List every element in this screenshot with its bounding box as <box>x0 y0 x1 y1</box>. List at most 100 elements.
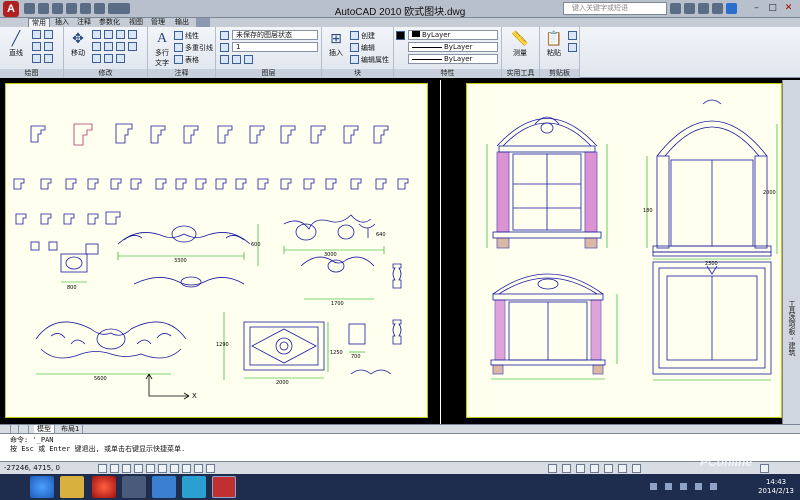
panel-layers-title[interactable]: 图层 <box>216 69 321 78</box>
move-button[interactable]: ✥ 移动 <box>66 30 90 58</box>
minimize-ribbon-button[interactable] <box>196 18 210 27</box>
tab-annotate[interactable]: 注释 <box>74 18 94 27</box>
minimize-button[interactable]: – <box>750 2 763 15</box>
line-button[interactable]: ╱ 直线 <box>4 30 28 58</box>
maximize-button[interactable]: □ <box>766 2 779 15</box>
create-block-label[interactable]: 创建 <box>361 31 375 41</box>
explode-icon[interactable] <box>116 42 125 51</box>
quick-view-layouts-icon[interactable] <box>562 464 571 473</box>
favorites-icon[interactable] <box>712 3 723 14</box>
layer-freeze-icon[interactable] <box>220 55 229 64</box>
panel-modify-title[interactable]: 修改 <box>64 69 147 78</box>
qp-toggle[interactable] <box>206 464 215 473</box>
layer-dropdown[interactable]: 1 <box>232 42 318 52</box>
close-button[interactable]: ✕ <box>782 2 795 15</box>
taskbar-app-icon-3[interactable] <box>182 476 206 498</box>
arc-icon[interactable] <box>32 42 41 51</box>
ducs-toggle[interactable] <box>170 464 179 473</box>
erase-icon[interactable] <box>116 30 125 39</box>
search-icon[interactable] <box>670 3 681 14</box>
lineweight-dropdown[interactable]: ByLayer <box>408 54 498 64</box>
linear-dim-icon[interactable] <box>174 31 183 40</box>
edit-block-label[interactable]: 编辑 <box>361 43 375 53</box>
rotate-icon[interactable] <box>92 30 101 39</box>
cut-icon[interactable] <box>568 31 577 40</box>
tray-arrow-icon[interactable] <box>650 483 657 490</box>
rectangle-icon[interactable] <box>44 42 53 51</box>
ortho-toggle[interactable] <box>122 464 131 473</box>
pan-icon[interactable] <box>576 464 585 473</box>
mirror-icon[interactable] <box>92 42 101 51</box>
taskbar-app-icon-2[interactable] <box>152 476 176 498</box>
tray-network-icon[interactable] <box>680 483 687 490</box>
grid-toggle[interactable] <box>110 464 119 473</box>
color-dropdown[interactable]: ByLayer <box>408 30 498 40</box>
command-window[interactable]: 命令: '_PAN 按 Esc 或 Enter 键退出, 或单击右键显示快捷菜单… <box>0 433 800 461</box>
linear-dim-label[interactable]: 线性 <box>185 31 199 41</box>
otrack-toggle[interactable] <box>158 464 167 473</box>
copy-icon[interactable] <box>128 30 137 39</box>
multiline-text-button[interactable]: A 多行 文字 <box>150 30 174 68</box>
osnap-toggle[interactable] <box>146 464 155 473</box>
edit-attribute-label[interactable]: 编辑属性 <box>361 55 389 65</box>
trim-icon[interactable] <box>104 30 113 39</box>
fillet-icon[interactable] <box>104 42 113 51</box>
tab-parametric[interactable]: 参数化 <box>96 18 123 27</box>
tray-volume-icon[interactable] <box>695 483 702 490</box>
linetype-dropdown[interactable]: ByLayer <box>408 42 498 52</box>
edit-attribute-icon[interactable] <box>350 55 359 64</box>
polar-toggle[interactable] <box>134 464 143 473</box>
layer-on-icon[interactable] <box>220 43 229 52</box>
workspace-switch-icon[interactable] <box>632 464 641 473</box>
subscription-icon[interactable] <box>684 3 695 14</box>
panel-annotate-title[interactable]: 注释 <box>148 69 215 78</box>
model-space-icon[interactable] <box>548 464 557 473</box>
tab-manage[interactable]: 管理 <box>148 18 168 27</box>
table-icon[interactable] <box>174 55 183 64</box>
tab-insert[interactable]: 插入 <box>52 18 72 27</box>
snap-toggle[interactable] <box>98 464 107 473</box>
ellipse-icon[interactable] <box>44 54 53 63</box>
edit-block-icon[interactable] <box>350 43 359 52</box>
table-label[interactable]: 表格 <box>185 55 199 65</box>
polyline-icon[interactable] <box>32 30 41 39</box>
start-icon[interactable] <box>30 476 54 498</box>
system-clock[interactable]: 14:43 2014/2/13 <box>758 478 794 496</box>
scale-icon[interactable] <box>92 54 101 63</box>
app-launcher-icon[interactable] <box>92 476 116 498</box>
offset-icon[interactable] <box>116 54 125 63</box>
panel-properties-title[interactable]: 特性 <box>394 69 501 78</box>
panel-clipboard-title[interactable]: 剪贴板 <box>540 69 579 78</box>
tray-flag-icon[interactable] <box>665 483 672 490</box>
communication-icon[interactable] <box>698 3 709 14</box>
autocad-taskbar-icon[interactable] <box>212 476 236 498</box>
copy-clip-icon[interactable] <box>568 43 577 52</box>
lwt-toggle[interactable] <box>194 464 203 473</box>
tab-home[interactable]: 常用 <box>28 18 50 27</box>
search-input[interactable]: 键入关键字或短语 <box>563 2 667 15</box>
multileader-icon[interactable] <box>174 43 183 52</box>
circle-icon[interactable] <box>44 30 53 39</box>
array-icon[interactable] <box>104 54 113 63</box>
stretch-icon[interactable] <box>128 42 137 51</box>
panel-block-title[interactable]: 块 <box>322 69 393 78</box>
layer-lock-icon[interactable] <box>232 55 241 64</box>
match-properties-icon[interactable] <box>396 31 405 40</box>
create-block-icon[interactable] <box>350 31 359 40</box>
measure-button[interactable]: 📏 测量 <box>508 30 532 58</box>
help-icon[interactable] <box>726 3 737 14</box>
tray-ime-icon[interactable] <box>710 483 717 490</box>
layer-properties-icon[interactable] <box>220 31 229 40</box>
tool-palette[interactable]: 工具选项板 - 建筑 <box>782 80 800 424</box>
clean-screen-icon[interactable] <box>760 464 769 473</box>
hatch-icon[interactable] <box>32 54 41 63</box>
steering-wheel-icon[interactable] <box>604 464 613 473</box>
panel-draw-title[interactable]: 绘图 <box>0 69 63 78</box>
panel-utilities-title[interactable]: 实用工具 <box>502 69 539 78</box>
insert-block-button[interactable]: ⊞ 插入 <box>324 30 348 58</box>
file-explorer-icon[interactable] <box>60 476 84 498</box>
paste-button[interactable]: 📋 粘贴 <box>542 30 566 58</box>
tab-view[interactable]: 视图 <box>126 18 146 27</box>
layer-isolate-icon[interactable] <box>244 55 253 64</box>
layer-state-dropdown[interactable]: 未保存的图层状态 <box>232 30 318 40</box>
